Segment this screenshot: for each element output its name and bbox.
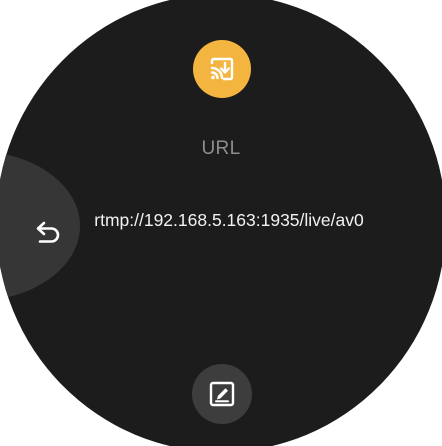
cast-button[interactable]	[193, 40, 251, 98]
edit-button[interactable]	[192, 364, 252, 424]
edit-pencil-icon	[209, 381, 235, 407]
cast-download-icon	[210, 57, 234, 81]
back-arrow-icon[interactable]	[34, 219, 62, 245]
watch-screen: URL rtmp://192.168.5.163:1935/live/av0	[0, 0, 442, 446]
page-title: URL	[201, 138, 241, 159]
url-value: rtmp://192.168.5.163:1935/live/av0	[94, 210, 364, 230]
